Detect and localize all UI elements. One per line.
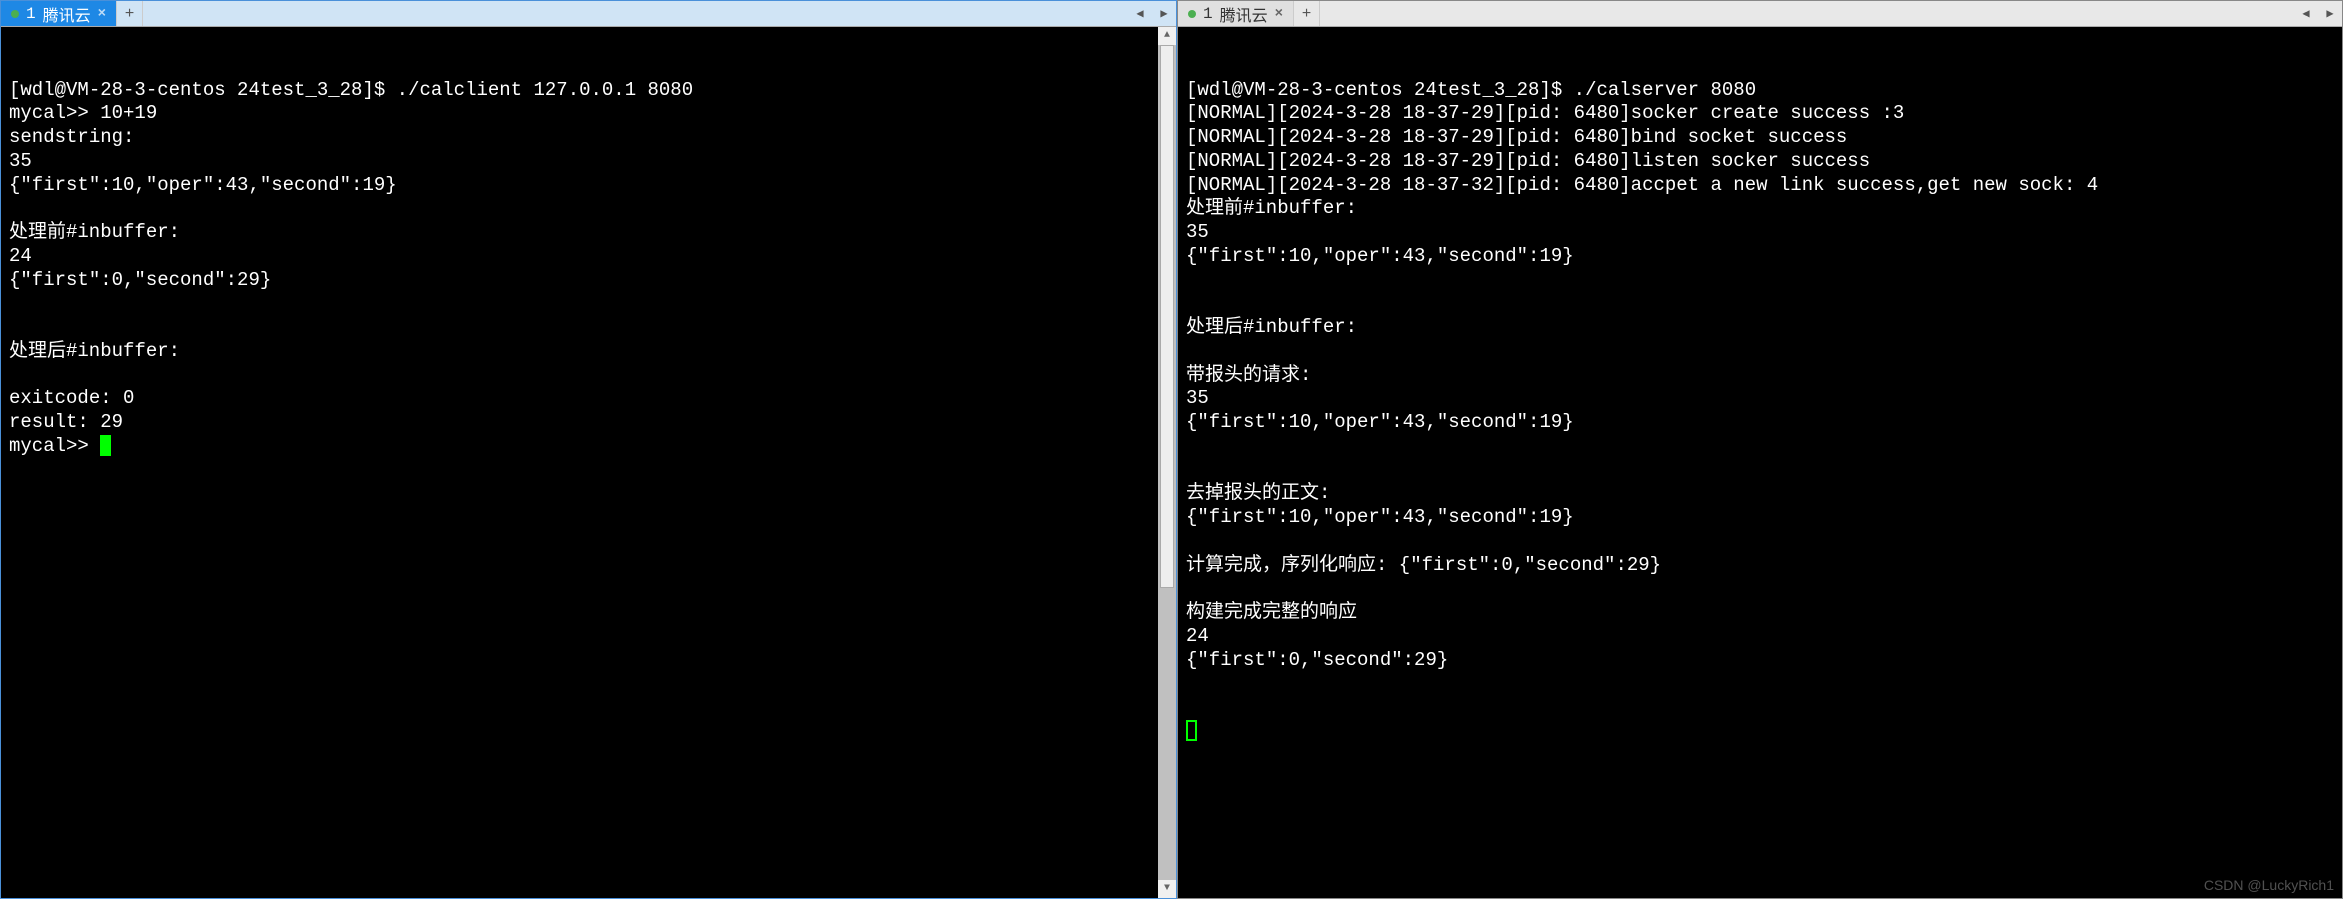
tab-add-button[interactable]: + xyxy=(1294,1,1320,26)
tab-index: 1 xyxy=(1203,5,1213,23)
watermark: CSDN @LuckyRich1 xyxy=(2204,877,2334,895)
tab-prev-button[interactable]: ◀ xyxy=(2294,1,2318,26)
tab-nav: ◀ ▶ xyxy=(1128,1,1176,26)
cursor xyxy=(100,435,111,456)
scroll-thumb[interactable] xyxy=(1160,45,1174,588)
terminal-output: [wdl@VM-28-3-centos 24test_3_28]$ ./calc… xyxy=(9,79,1158,459)
scroll-up-button[interactable]: ▲ xyxy=(1158,27,1176,45)
cursor xyxy=(1186,720,1197,741)
tab-title: 腾讯云 xyxy=(1220,2,1268,26)
scroll-down-button[interactable]: ▼ xyxy=(1158,880,1176,898)
tab-next-button[interactable]: ▶ xyxy=(1152,1,1176,26)
tab-next-button[interactable]: ▶ xyxy=(2318,1,2342,26)
right-pane: 1 腾讯云 × + ◀ ▶ [wdl@VM-28-3-centos 24test… xyxy=(1177,0,2343,899)
tabbar-right: 1 腾讯云 × + ◀ ▶ xyxy=(1178,1,2342,27)
scroll-track[interactable] xyxy=(1158,45,1176,880)
tab-nav: ◀ ▶ xyxy=(2294,1,2342,26)
terminal-right[interactable]: [wdl@VM-28-3-centos 24test_3_28]$ ./cals… xyxy=(1178,27,2342,898)
terminal-left[interactable]: [wdl@VM-28-3-centos 24test_3_28]$ ./calc… xyxy=(1,27,1176,898)
tabbar-left: 1 腾讯云 × + ◀ ▶ xyxy=(1,1,1176,27)
terminal-output: [wdl@VM-28-3-centos 24test_3_28]$ ./cals… xyxy=(1186,79,2334,744)
tab-add-button[interactable]: + xyxy=(117,1,143,26)
tab-left-1[interactable]: 1 腾讯云 × xyxy=(1,1,117,26)
tab-close-icon[interactable]: × xyxy=(98,6,106,22)
left-pane: 1 腾讯云 × + ◀ ▶ [wdl@VM-28-3-centos 24test… xyxy=(0,0,1177,899)
scrollbar[interactable]: ▲ ▼ xyxy=(1158,27,1176,898)
status-dot-icon xyxy=(11,10,19,18)
tab-right-1[interactable]: 1 腾讯云 × xyxy=(1178,1,1294,26)
tab-title: 腾讯云 xyxy=(43,2,91,26)
status-dot-icon xyxy=(1188,10,1196,18)
tab-close-icon[interactable]: × xyxy=(1275,6,1283,22)
tab-prev-button[interactable]: ◀ xyxy=(1128,1,1152,26)
tab-index: 1 xyxy=(26,5,36,23)
